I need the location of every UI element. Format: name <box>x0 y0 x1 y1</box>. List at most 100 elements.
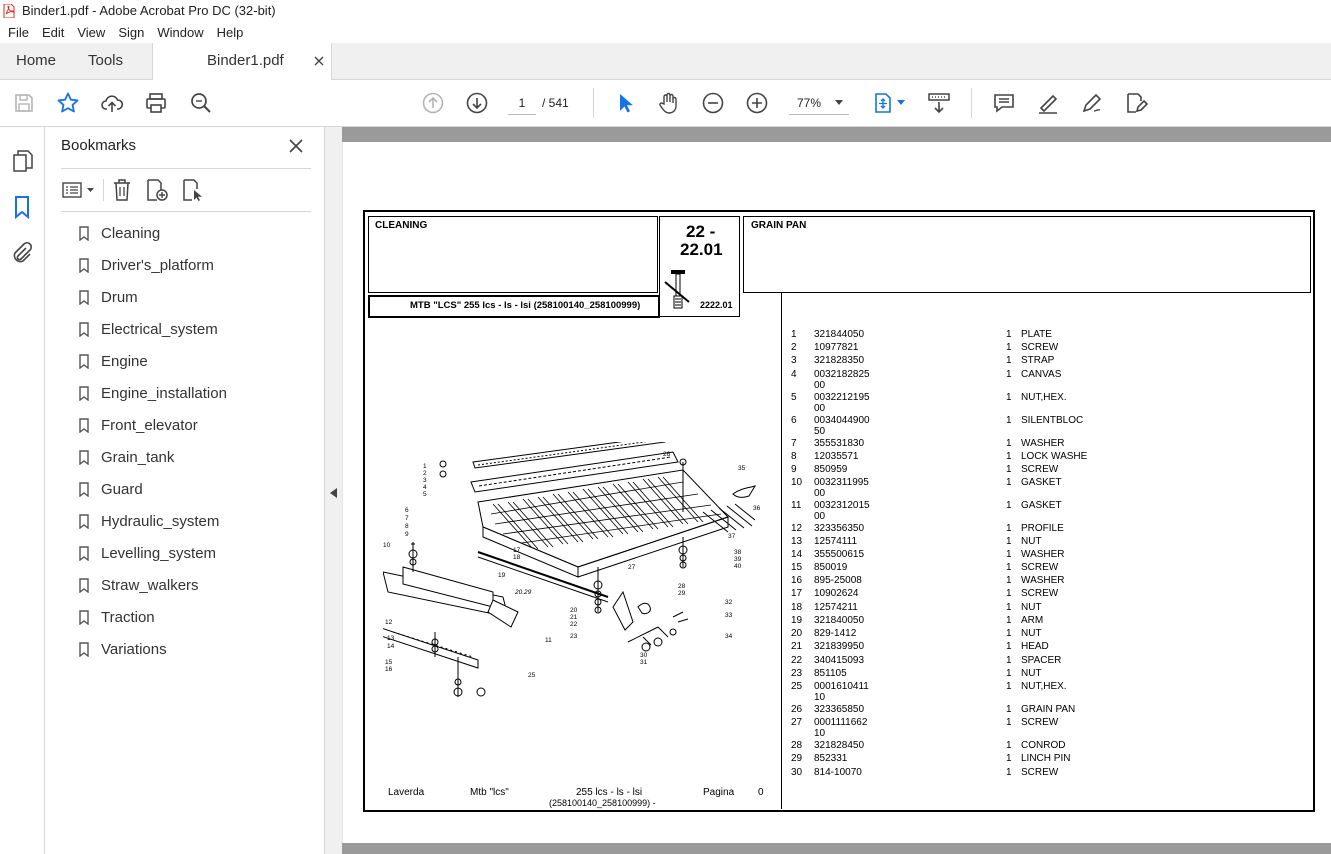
bookmark-label: Front_elevator <box>101 417 198 434</box>
tab-bar: Home Tools Binder1.pdf <box>0 43 1331 80</box>
callout-label: 35 <box>738 465 746 472</box>
bookmark-icon <box>79 642 89 657</box>
title-bar: Binder1.pdf - Adobe Acrobat Pro DC (32-b… <box>0 0 1331 22</box>
save-button[interactable] <box>12 91 36 115</box>
menu-sign[interactable]: Sign <box>110 22 149 43</box>
callout-label: 9 <box>405 531 409 538</box>
highlighter-pen-icon <box>1039 94 1058 114</box>
find-button[interactable] <box>189 91 213 115</box>
section-box: CLEANING <box>368 216 658 293</box>
menu-window[interactable]: Window <box>149 22 208 43</box>
fit-page-button[interactable] <box>871 91 907 115</box>
navigation-rail <box>0 127 45 854</box>
arrow-up-circle-icon <box>422 92 444 114</box>
bookmark-label: Engine_installation <box>101 385 227 402</box>
callout-label: 8 <box>405 523 409 530</box>
code-bottom: 22.01 <box>680 240 723 259</box>
exploded-diagram: 1 2 3 4 5 6 7 8 9 10 11 12 13 14 15 16 1… <box>383 442 761 697</box>
upload-cloud-button[interactable] <box>100 91 124 115</box>
callout-label: 6 <box>405 507 409 514</box>
bookmark-icon <box>79 226 89 241</box>
page-number-input[interactable]: 1 <box>508 92 536 115</box>
new-bookmark-icon[interactable] <box>145 178 169 202</box>
cloud-upload-icon <box>101 95 124 112</box>
callout-label: 19 <box>498 572 506 579</box>
column-divider <box>781 292 782 809</box>
page-total: / 541 <box>542 96 569 110</box>
page-thumbnails-icon[interactable] <box>12 149 34 173</box>
panel-splitter[interactable] <box>325 127 342 854</box>
callout-label: 12 <box>385 619 393 626</box>
tab-document-label: Binder1.pdf <box>207 52 284 69</box>
bookmark-label: Grain_tank <box>101 449 175 466</box>
bookmark-icon <box>79 514 89 529</box>
menu-view[interactable]: View <box>69 22 110 43</box>
footer-model: Mtb "lcs" <box>470 787 509 798</box>
callout-label: 32 <box>725 599 733 606</box>
previous-page-button[interactable] <box>421 91 445 115</box>
tab-tools[interactable]: Tools <box>88 43 123 79</box>
bookmark-star-button[interactable] <box>56 91 80 115</box>
hand-tool-button[interactable] <box>657 91 681 115</box>
callout-label: 40 <box>734 563 742 570</box>
section-title: CLEANING <box>375 220 428 231</box>
zoom-select[interactable]: 77% <box>789 92 849 115</box>
callout-label: 15 <box>385 659 393 666</box>
fill-sign-button[interactable] <box>1124 91 1149 115</box>
bookmark-label: Straw_walkers <box>101 577 199 594</box>
bookmark-label: Levelling_system <box>101 545 217 562</box>
close-tab-icon[interactable] <box>314 56 324 66</box>
callout-label: 16 <box>385 666 393 673</box>
callout-label: 3 <box>423 477 427 484</box>
zoom-out-button[interactable] <box>701 91 725 115</box>
bookmark-label: Drum <box>101 289 138 306</box>
save-icon <box>15 94 33 112</box>
bookmark-panel-icon[interactable] <box>13 195 31 219</box>
trash-icon[interactable] <box>111 178 133 202</box>
tab-home[interactable]: Home <box>16 43 56 79</box>
previous-page-edge <box>342 127 1331 142</box>
scroll-mode-button[interactable] <box>927 91 951 115</box>
paperclip-attachments-icon[interactable] <box>11 241 33 265</box>
draw-button[interactable] <box>1080 91 1104 115</box>
print-button[interactable] <box>144 91 168 115</box>
callout-label: 33 <box>725 612 733 619</box>
select-tool-button[interactable] <box>613 91 637 115</box>
bookmark-icon <box>79 258 89 273</box>
bookmark-icon <box>79 354 89 369</box>
callout-label: 30 <box>640 652 648 659</box>
close-panel-icon[interactable] <box>289 139 303 153</box>
parts-list: 1 321844050 1 PLATE 2 10977821 1 SCREW 3 321828… <box>791 329 1088 778</box>
menu-help[interactable]: Help <box>209 22 249 43</box>
callout-label: 29 <box>678 590 686 597</box>
scroll-mode-icon <box>928 93 950 114</box>
comment-icon <box>994 94 1014 113</box>
highlight-button[interactable] <box>1036 91 1060 115</box>
zoom-in-button[interactable] <box>745 91 769 115</box>
pencil-draw-icon <box>1082 93 1102 113</box>
zoom-search-icon <box>191 93 211 113</box>
model-box: MTB "LCS" 255 lcs - ls - lsi (258100140_… <box>368 295 660 318</box>
bookmarks-title: Bookmarks <box>61 137 137 154</box>
collapse-arrow-icon[interactable] <box>330 488 337 498</box>
callout-label: 5 <box>423 491 427 498</box>
options-menu-icon[interactable] <box>61 179 97 201</box>
pdf-page: CLEANING MTB "LCS" 255 lcs - ls - lsi (2… <box>343 142 1331 843</box>
callout-label: 20 <box>570 607 578 614</box>
menu-file[interactable]: File <box>0 22 34 43</box>
callout-label: 25 <box>528 672 536 679</box>
bookmark-from-selection-icon[interactable] <box>181 178 205 202</box>
callout-label: 10 <box>383 542 391 549</box>
callout-label: 36 <box>753 505 761 512</box>
bookmark-label: Driver's_platform <box>101 257 214 274</box>
callout-label: 21 <box>570 614 578 621</box>
panel-divider <box>61 168 311 169</box>
next-page-button[interactable] <box>465 91 489 115</box>
tab-document[interactable]: Binder1.pdf <box>152 43 332 80</box>
callout-label: 17 <box>513 547 521 554</box>
chevron-down-icon <box>897 100 905 105</box>
callout-label: 39 <box>734 556 742 563</box>
comment-button[interactable] <box>992 91 1016 115</box>
callout-label: 38 <box>734 549 742 556</box>
menu-edit[interactable]: Edit <box>34 22 69 43</box>
